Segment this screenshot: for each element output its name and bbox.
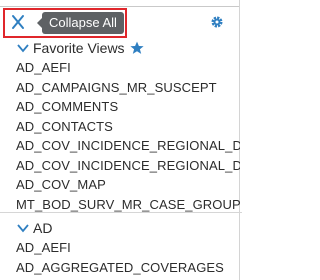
views-panel: Collapse All Favorite Views AD_AEFI AD_C… — [0, 0, 267, 280]
list-item[interactable]: AD_AEFI — [0, 58, 240, 78]
list-item[interactable]: AD_CAMPAIGNS_MR_SUSCEPT — [0, 78, 240, 98]
favorite-views-header[interactable]: Favorite Views — [0, 38, 240, 58]
gear-icon[interactable] — [210, 15, 224, 29]
ad-header[interactable]: AD — [0, 218, 240, 238]
favorite-views-section: Favorite Views AD_AEFI AD_CAMPAIGNS_MR_S… — [0, 38, 240, 214]
collapse-all-icon[interactable] — [9, 13, 27, 31]
chevron-down-icon — [17, 224, 29, 233]
ad-title: AD — [33, 220, 53, 236]
list-item[interactable]: AD_AEFI — [0, 238, 240, 258]
list-item[interactable]: AD_COV_MAP — [0, 175, 240, 195]
panel-toolbar: Collapse All — [0, 6, 240, 38]
favorite-views-list: AD_AEFI AD_CAMPAIGNS_MR_SUSCEPT AD_COMME… — [0, 58, 240, 214]
chevron-down-icon — [17, 44, 29, 53]
star-icon — [130, 41, 144, 54]
list-item[interactable]: AD_COV_INCIDENCE_REGIONAL_DIMY — [0, 156, 240, 176]
list-item[interactable]: AD_COMMENTS — [0, 97, 240, 117]
list-item[interactable]: AD_AGGREGATED_COVERAGES — [0, 258, 240, 278]
list-item[interactable]: AD_CONTACTS — [0, 117, 240, 137]
ad-section: AD AD_AEFI AD_AGGREGATED_COVERAGES — [0, 218, 240, 277]
list-item[interactable]: AD_COV_INCIDENCE_REGIONAL_DIME — [0, 136, 240, 156]
favorite-views-title: Favorite Views — [33, 40, 125, 56]
collapse-all-tooltip: Collapse All — [37, 12, 124, 34]
panel-right-gutter — [239, 0, 267, 280]
ad-list: AD_AEFI AD_AGGREGATED_COVERAGES — [0, 238, 240, 277]
section-divider — [0, 212, 242, 213]
